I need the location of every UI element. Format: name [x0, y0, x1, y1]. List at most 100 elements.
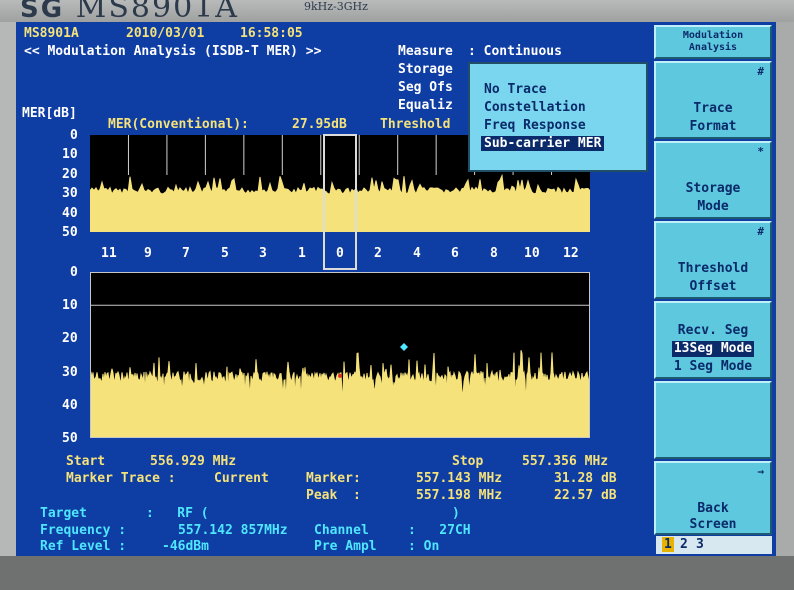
- back-arrow-icon: →: [757, 465, 764, 478]
- target-label: Target: [40, 506, 87, 521]
- recv-seg-button[interactable]: Recv. Seg 13Seg Mode 1 Seg Mode: [654, 301, 772, 379]
- pre-ampl-label: Pre Ampl: [314, 539, 377, 554]
- segment-label: 8: [490, 246, 498, 261]
- current-marker-icon: [338, 373, 342, 378]
- popup-item-subcarrier-mer[interactable]: Sub-carrier MER: [481, 136, 605, 151]
- marker-level: 31.28 dB: [554, 471, 617, 486]
- subcarrier-mer-trace: [89, 350, 591, 439]
- segment-label: 1: [298, 246, 306, 261]
- page-title: << Modulation Analysis (ISDB-T MER) >>: [24, 44, 322, 59]
- channel-value: : 27CH: [408, 523, 471, 538]
- segment-label: 7: [182, 246, 190, 261]
- popup-item-freq-response[interactable]: Freq Response: [484, 118, 586, 133]
- peak-label: Peak :: [306, 488, 361, 503]
- header-time: 16:58:05: [240, 26, 303, 41]
- stop-value: 557.356 MHz: [522, 454, 609, 469]
- softkey-title-line1: Modulation: [682, 30, 744, 41]
- marker-frequency: 557.143 MHz: [416, 471, 503, 486]
- page-tab-2[interactable]: 2: [680, 537, 688, 552]
- frequency-value: 557.142 857MHz: [178, 523, 288, 538]
- header-model: MS8901A: [24, 26, 79, 41]
- segment-label: 0: [336, 246, 344, 261]
- softkey-hash-icon: #: [757, 65, 764, 78]
- recv-seg-line3: 1 Seg Mode: [673, 359, 753, 374]
- recv-seg-line1: Recv. Seg: [677, 323, 749, 338]
- upper-y-tick: 30: [62, 186, 78, 202]
- segment-label: 10: [524, 246, 540, 261]
- brand-freq-range: 9kHz-3GHz: [304, 0, 368, 13]
- start-label: Start: [66, 454, 106, 469]
- frequency-label: Frequency :: [40, 523, 127, 538]
- softkey-page-tabs: 1 2 3: [656, 536, 772, 554]
- channel-label: Channel: [314, 523, 369, 538]
- segment-label: 4: [413, 246, 421, 261]
- measure-value: : Continuous: [468, 44, 562, 59]
- upper-y-tick: 0: [70, 128, 78, 143]
- marker-label: Marker:: [306, 471, 361, 486]
- lower-y-tick: 30: [62, 364, 78, 380]
- softkey-panel: Modulation Analysis # Trace Format * Sto…: [652, 22, 776, 556]
- start-value: 556.929 MHz: [150, 454, 237, 469]
- instrument-bezel-left: [0, 22, 16, 562]
- peak-marker-icon: [400, 343, 408, 352]
- measure-label: Measure: [398, 44, 453, 59]
- ref-level-label: Ref Level :: [40, 539, 127, 554]
- lower-y-tick: 50: [62, 431, 78, 446]
- subcarrier-mer-graph: [89, 272, 591, 439]
- back-screen-line1: Back: [697, 501, 729, 516]
- lower-y-tick: 10: [62, 298, 78, 314]
- segment-label: 12: [563, 246, 579, 261]
- segment-label: 5: [221, 246, 229, 261]
- mer-conventional-label: MER(Conventional):: [108, 117, 249, 132]
- equalizer-label: Equaliz: [398, 98, 453, 113]
- instrument-bezel-bottom: [0, 556, 794, 590]
- instrument-bezel-top: SG MS8901A 9kHz-3GHz: [0, 0, 794, 25]
- segment-mer-trace: [89, 173, 591, 233]
- storage-mode-button[interactable]: * Storage Mode: [654, 141, 772, 219]
- segofs-label: Seg Ofs: [398, 80, 453, 95]
- storage-label: Storage: [398, 62, 453, 77]
- recv-seg-line2: 13Seg Mode: [671, 341, 755, 357]
- analyzer-screen: MS8901A 2010/03/01 16:58:05 << Modulatio…: [16, 22, 776, 556]
- marker-trace-value: Current: [214, 471, 269, 486]
- recv-seg-13seg-option: 13Seg Mode: [656, 341, 770, 357]
- segment-label: 3: [259, 246, 267, 261]
- pre-ampl-value: : On: [408, 539, 440, 554]
- target-close: ): [452, 506, 460, 521]
- trace-format-line2: Format: [689, 119, 737, 134]
- upper-y-tick: 10: [62, 147, 78, 163]
- lower-y-tick: 20: [62, 331, 78, 347]
- segment-label: 11: [101, 246, 117, 261]
- threshold-offset-button[interactable]: # Threshold Offset: [654, 221, 772, 299]
- threshold-offset-line1: Threshold: [677, 261, 749, 276]
- threshold-offset-line2: Offset: [689, 279, 737, 294]
- target-value: : RF (: [146, 506, 209, 521]
- page-tab-1[interactable]: 1: [662, 537, 674, 552]
- upper-y-tick: 40: [62, 205, 78, 221]
- trace-format-button[interactable]: # Trace Format: [654, 61, 772, 139]
- trace-format-popup: No Trace Constellation Freq Response Sub…: [468, 62, 648, 172]
- mer-conventional-value: 27.95dB: [292, 117, 347, 132]
- popup-item-no-trace[interactable]: No Trace: [484, 82, 547, 97]
- lower-y-tick: 0: [70, 265, 78, 280]
- back-screen-button[interactable]: → Back Screen: [654, 461, 772, 535]
- subcarrier-mer-plot: [89, 304, 591, 439]
- popup-item-constellation[interactable]: Constellation: [484, 100, 586, 115]
- softkey-asterisk-icon: *: [757, 145, 764, 158]
- back-screen-line2: Screen: [689, 517, 737, 532]
- threshold-label: Threshold: [380, 117, 451, 132]
- upper-y-tick: 50: [62, 225, 78, 240]
- brand-logo: SG: [20, 0, 65, 24]
- ref-level-value: -46dBm: [162, 539, 209, 554]
- softkey-title-line2: Analysis: [688, 42, 738, 53]
- blank-softkey[interactable]: [654, 381, 772, 459]
- softkey-menu-title: Modulation Analysis: [654, 25, 772, 59]
- storage-mode-line2: Mode: [697, 199, 729, 214]
- stop-label: Stop: [452, 454, 484, 469]
- segment-label: 2: [374, 246, 382, 261]
- trace-format-line1: Trace: [693, 101, 733, 116]
- marker-trace-label: Marker Trace :: [66, 471, 176, 486]
- page-tab-3[interactable]: 3: [696, 537, 704, 552]
- upper-y-tick: 20: [62, 166, 78, 182]
- upper-graph-unit: MER[dB]: [22, 106, 77, 121]
